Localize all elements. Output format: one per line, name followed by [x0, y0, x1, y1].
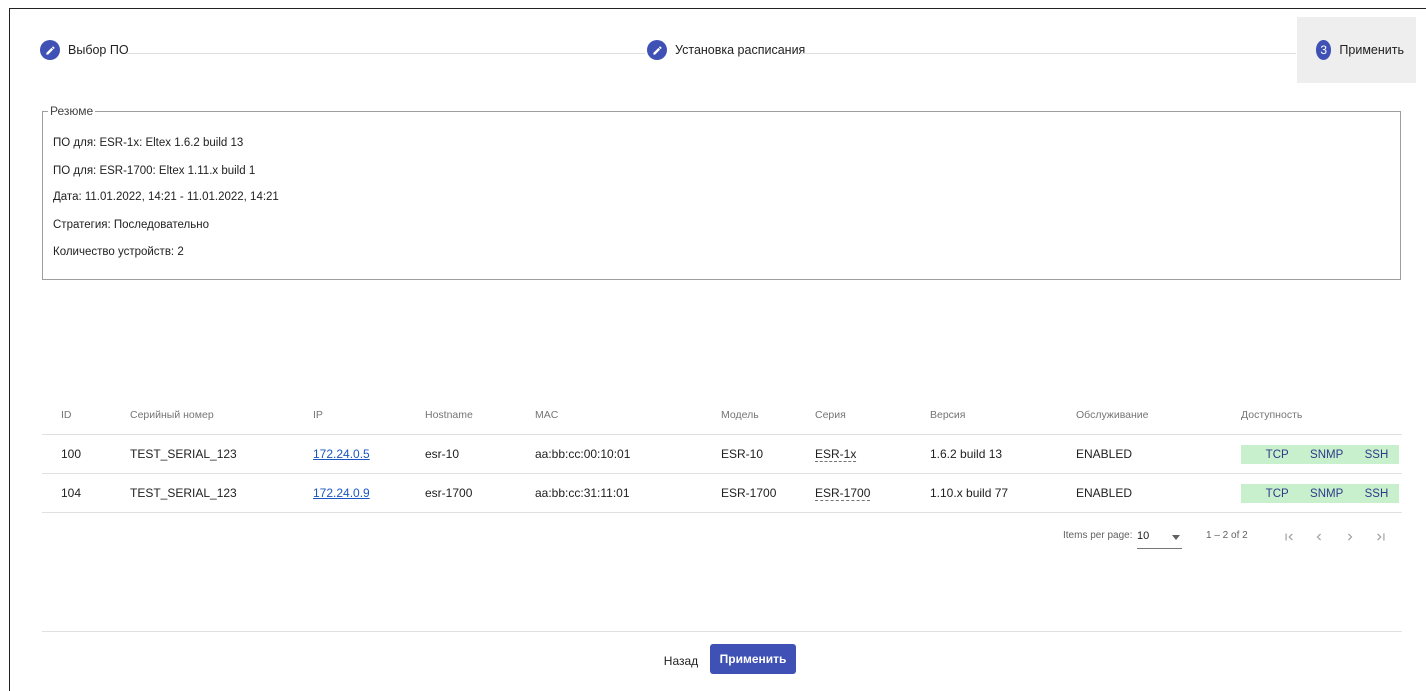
- cell-version: 1.10.x build 77: [930, 486, 1009, 500]
- step-connector: [800, 53, 1296, 54]
- items-per-page-label: Items per page:: [1063, 530, 1133, 541]
- page-range-label: 1 – 2 of 2: [1206, 530, 1248, 541]
- cell-model: ESR-10: [721, 447, 764, 461]
- first-page-icon[interactable]: [1277, 526, 1301, 548]
- header-model[interactable]: Модель: [721, 409, 759, 421]
- header-serial[interactable]: Серийный номер: [130, 409, 214, 421]
- header-availability[interactable]: Доступность: [1241, 409, 1302, 421]
- step-number-badge: 3: [1316, 40, 1332, 60]
- edit-icon: [647, 40, 667, 60]
- devices-table: ID Серийный номер IP Hostname MAC Модель…: [42, 389, 1402, 513]
- cell-serial: TEST_SERIAL_123: [130, 447, 237, 461]
- header-id[interactable]: ID: [61, 409, 72, 421]
- summary-legend: Резюме: [48, 104, 96, 118]
- cell-hostname: esr-1700: [425, 486, 473, 500]
- next-page-icon[interactable]: [1338, 526, 1362, 548]
- step-select-software[interactable]: Выбор ПО: [40, 17, 129, 83]
- table-row[interactable]: 104 TEST_SERIAL_123 172.24.0.9 esr-1700 …: [42, 474, 1402, 513]
- cell-service: ENABLED: [1076, 447, 1133, 461]
- availability-badges: TCP SNMP SSH: [1241, 445, 1399, 464]
- page-frame: Выбор ПО Установка расписания 3 Применит…: [9, 8, 1426, 691]
- previous-page-icon[interactable]: [1307, 526, 1331, 548]
- availability-badges: TCP SNMP SSH: [1241, 484, 1399, 503]
- header-version[interactable]: Версия: [930, 409, 965, 421]
- summary-row-esr1700: ПО для: ESR-1700: Eltex 1.11.x build 1: [53, 165, 256, 177]
- cell-series[interactable]: ESR-1700: [815, 486, 871, 501]
- badge-ssh: SSH: [1364, 487, 1389, 500]
- table-row[interactable]: 100 TEST_SERIAL_123 172.24.0.5 esr-10 aa…: [42, 435, 1402, 474]
- header-hostname[interactable]: Hostname: [425, 409, 473, 421]
- step-apply[interactable]: 3 Применить: [1297, 17, 1416, 83]
- cell-id: 100: [61, 447, 82, 461]
- badge-ssh: SSH: [1364, 448, 1389, 461]
- summary-row-esr1x: ПО для: ESR-1x: Eltex 1.6.2 build 13: [53, 137, 244, 149]
- cell-mac: aa:bb:cc:31:11:01: [535, 486, 630, 500]
- paginator: Items per page: 10 1 – 2 of 2: [1063, 525, 1403, 549]
- cell-ip-link[interactable]: 172.24.0.9: [313, 486, 370, 500]
- cell-id: 104: [61, 486, 82, 500]
- dropdown-arrow-icon: [1172, 535, 1180, 540]
- cell-series[interactable]: ESR-1x: [815, 447, 857, 462]
- cell-ip-link[interactable]: 172.24.0.5: [313, 447, 370, 461]
- step-label: Применить: [1339, 43, 1404, 57]
- header-series[interactable]: Серия: [815, 409, 846, 421]
- apply-button[interactable]: Применить: [710, 644, 796, 674]
- cell-mac: aa:bb:cc:00:10:01: [535, 447, 631, 461]
- page-size-select[interactable]: 10: [1137, 525, 1182, 549]
- summary-row-strategy: Стратегия: Последовательно: [53, 219, 209, 231]
- cell-version: 1.6.2 build 13: [930, 447, 1003, 461]
- header-mac[interactable]: MAC: [535, 409, 558, 421]
- back-button[interactable]: Назад: [658, 646, 704, 676]
- badge-tcp: TCP: [1265, 487, 1289, 500]
- cell-model: ESR-1700: [721, 486, 777, 500]
- header-service[interactable]: Обслуживание: [1076, 409, 1149, 421]
- footer-divider: [42, 631, 1402, 632]
- badge-snmp: SNMP: [1310, 448, 1344, 461]
- summary-row-date: Дата: 11.01.2022, 14:21 - 11.01.2022, 14…: [53, 191, 279, 203]
- last-page-icon[interactable]: [1369, 526, 1393, 548]
- summary-fieldset: Резюме ПО для: ESR-1x: Eltex 1.6.2 build…: [42, 104, 1401, 280]
- step-schedule[interactable]: Установка расписания: [647, 17, 805, 83]
- stepper: Выбор ПО Установка расписания 3 Применит…: [10, 17, 1426, 83]
- cell-hostname: esr-10: [425, 447, 460, 461]
- summary-row-device-count: Количество устройств: 2: [53, 246, 184, 258]
- table-header: ID Серийный номер IP Hostname MAC Модель…: [42, 389, 1402, 435]
- step-label: Установка расписания: [675, 43, 806, 57]
- cell-service: ENABLED: [1076, 486, 1133, 500]
- cell-serial: TEST_SERIAL_123: [130, 486, 237, 500]
- step-connector: [127, 53, 645, 54]
- badge-tcp: TCP: [1265, 448, 1289, 461]
- edit-icon: [40, 40, 60, 60]
- step-label: Выбор ПО: [68, 43, 129, 57]
- badge-snmp: SNMP: [1310, 487, 1344, 500]
- header-ip[interactable]: IP: [313, 409, 323, 421]
